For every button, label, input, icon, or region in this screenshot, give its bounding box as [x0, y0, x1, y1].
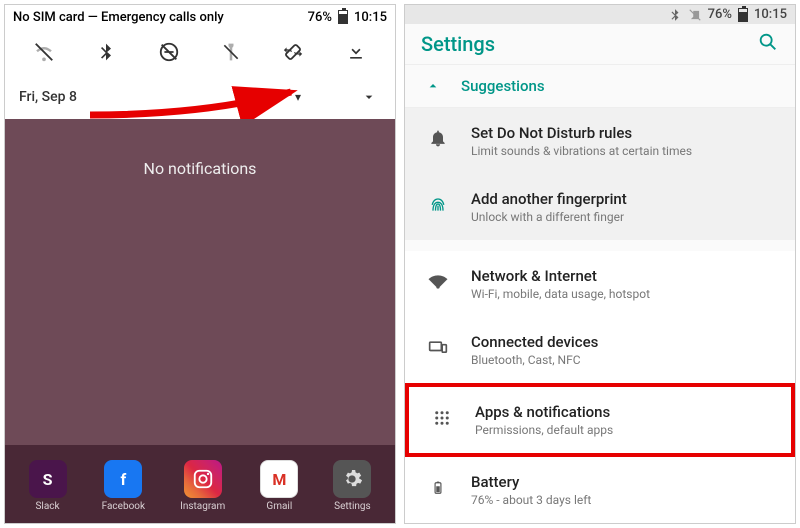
setting-title: Add another fingerprint	[471, 190, 775, 208]
search-icon	[757, 31, 779, 53]
dock-label: Instagram	[180, 501, 225, 512]
settings-item-battery[interactable]: Battery 76% - about 3 days left	[405, 457, 795, 523]
setting-title: Set Do Not Disturb rules	[471, 124, 775, 142]
bluetooth-icon[interactable]	[93, 39, 119, 65]
dock-label: Settings	[334, 501, 371, 512]
do-not-disturb-off-icon[interactable]	[156, 39, 182, 65]
gear-icon	[333, 460, 371, 498]
sim-status-text: No SIM card — Emergency calls only	[13, 10, 308, 25]
bell-icon	[425, 128, 451, 153]
setting-subtitle: Wi-Fi, mobile, data usage, hotspot	[471, 287, 775, 301]
battery-icon	[738, 8, 748, 22]
settings-item-connected-devices[interactable]: Connected devices Bluetooth, Cast, NFC	[405, 317, 795, 383]
setting-subtitle: Limit sounds & vibrations at certain tim…	[471, 144, 775, 158]
fingerprint-icon	[425, 194, 451, 219]
setting-title: Network & Internet	[471, 267, 775, 285]
setting-subtitle: 76% - about 3 days left	[471, 493, 775, 507]
apps-icon	[429, 409, 455, 432]
dock-app-instagram[interactable]: Instagram	[180, 460, 225, 512]
suggestion-dnd-rules[interactable]: Set Do Not Disturb rules Limit sounds & …	[405, 108, 795, 174]
dock-label: Facebook	[102, 501, 145, 512]
setting-title: Battery	[471, 473, 775, 491]
shade-date: Fri, Sep 8	[19, 89, 251, 105]
bluetooth-icon	[668, 8, 682, 22]
dock-label: Slack	[35, 501, 59, 512]
dock-app-slack[interactable]: S Slack	[29, 460, 67, 512]
wifi-off-icon[interactable]	[31, 39, 57, 65]
setting-title: Apps & notifications	[475, 403, 771, 421]
page-title: Settings	[421, 32, 757, 56]
dock-app-settings[interactable]: Settings	[333, 460, 371, 512]
no-notifications-text: No notifications	[144, 159, 257, 178]
shade-header: Fri, Sep 8 ▾	[5, 75, 395, 119]
setting-subtitle: Bluetooth, Cast, NFC	[471, 353, 775, 367]
devices-icon	[425, 338, 451, 363]
dock-label: Gmail	[266, 501, 292, 512]
autorotate-icon[interactable]	[280, 39, 306, 65]
gear-caret-icon: ▾	[295, 90, 301, 104]
phone-settings-app: 76% 10:15 Settings Suggestions Set Do No…	[404, 4, 796, 524]
suggestion-add-fingerprint[interactable]: Add another fingerprint Unlock with a di…	[405, 174, 795, 240]
gear-icon	[262, 88, 280, 106]
flashlight-off-icon[interactable]	[218, 39, 244, 65]
status-bar: 76% 10:15	[405, 5, 795, 24]
wifi-icon	[425, 272, 451, 297]
dock-app-facebook[interactable]: f Facebook	[102, 460, 145, 512]
clock-text: 10:15	[354, 10, 387, 25]
battery-percent: 76%	[308, 10, 332, 25]
app-bar: Settings	[405, 24, 795, 64]
battery-icon	[425, 478, 451, 503]
expand-shade-button[interactable]	[357, 85, 381, 109]
setting-title: Connected devices	[471, 333, 775, 351]
battery-icon	[338, 10, 348, 24]
suggestions-header[interactable]: Suggestions	[405, 65, 795, 108]
clock-text: 10:15	[754, 7, 787, 22]
status-right: 76% 10:15	[308, 10, 387, 25]
setting-subtitle: Unlock with a different finger	[471, 210, 775, 224]
facebook-icon: f	[104, 460, 142, 498]
download-icon[interactable]	[343, 39, 369, 65]
instagram-icon	[184, 460, 222, 498]
search-button[interactable]	[757, 31, 779, 58]
battery-percent: 76%	[708, 7, 732, 22]
dock-app-gmail[interactable]: M Gmail	[260, 460, 298, 512]
suggestions-label: Suggestions	[461, 77, 545, 95]
gmail-icon: M	[260, 460, 298, 498]
chevron-down-icon	[361, 89, 377, 105]
settings-gear-button[interactable]	[259, 85, 283, 109]
chevron-up-icon	[425, 78, 441, 94]
section-divider	[405, 240, 795, 251]
settings-item-network[interactable]: Network & Internet Wi-Fi, mobile, data u…	[405, 251, 795, 317]
status-bar: No SIM card — Emergency calls only 76% 1…	[5, 5, 395, 29]
phone-notification-shade: No SIM card — Emergency calls only 76% 1…	[4, 4, 396, 524]
settings-item-apps-notifications[interactable]: Apps & notifications Permissions, defaul…	[405, 383, 795, 457]
quick-settings-row	[5, 29, 395, 75]
no-sim-icon	[688, 8, 702, 22]
slack-icon: S	[29, 460, 67, 498]
setting-subtitle: Permissions, default apps	[475, 423, 771, 437]
dock: S Slack f Facebook Instagram M Gmail Set…	[5, 445, 395, 523]
